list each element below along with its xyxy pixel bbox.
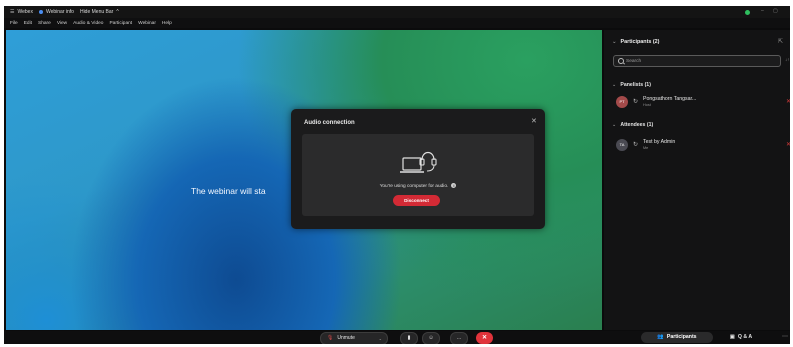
hide-menu-bar-button[interactable]: Hide Menu Bar ^ (80, 9, 119, 15)
menu-edit[interactable]: Edit (24, 21, 32, 26)
sync-icon: ↻ (633, 99, 639, 105)
menu-share[interactable]: Share (38, 21, 51, 26)
chevron-up-icon: ^ (116, 9, 119, 15)
chevron-down-icon: ⌄ (612, 82, 617, 88)
maximize-icon[interactable]: ▢ (773, 8, 778, 14)
audio-connection-dialog: Audio connection ✕ You're using computer… (291, 109, 545, 229)
participants-panel: ⌄ Participants (2) ⇱ Search ↓↑ ⌄ Panelists… (604, 30, 790, 330)
menu-bar: File Edit Share View Audio & Video Parti… (4, 18, 790, 28)
menu-webinar[interactable]: Webinar (138, 21, 156, 26)
participant-role: Me (643, 146, 649, 150)
chevron-down-icon[interactable]: ⌄ (379, 333, 382, 344)
dialog-title: Audio connection (304, 120, 355, 126)
audio-status-text: You're using computer for audio. i (379, 183, 457, 189)
chevron-down-icon: ⌄ (612, 122, 617, 128)
participant-name: Pongsathorn Tangsar... (643, 96, 697, 102)
participants-header[interactable]: ⌄ Participants (2) (612, 39, 659, 45)
webinar-start-message: The webinar will sta (191, 186, 266, 196)
mic-off-icon: 🎙 (327, 335, 334, 341)
attendees-section-header[interactable]: ⌄ Attendees (1) (612, 122, 653, 128)
grid-icon: ☰ (10, 9, 15, 15)
search-placeholder: Search (626, 59, 642, 64)
participant-row-panelist[interactable]: PT ↻ Pongsathorn Tangsar... Host ✕ (616, 95, 790, 113)
menu-participant[interactable]: Participant (109, 21, 132, 26)
panelists-section-header[interactable]: ⌄ Panelists (1) (612, 82, 651, 88)
participant-name: Test by Admin (643, 139, 676, 145)
hide-menu-bar-label: Hide Menu Bar (79, 9, 114, 15)
mic-muted-icon: ✕ (786, 99, 790, 105)
connection-status-icon (745, 10, 750, 15)
qa-icon: ▣ (730, 334, 735, 340)
menu-view[interactable]: View (57, 21, 67, 26)
reactions-button[interactable]: ☺ (422, 332, 440, 344)
mic-muted-icon: ✕ (786, 142, 790, 148)
participants-button[interactable]: 👥 Participants (641, 332, 713, 343)
close-icon: ✕ (481, 335, 488, 341)
camera-icon: ▮ (407, 335, 411, 341)
close-icon[interactable]: ✕ (531, 117, 537, 125)
search-input[interactable]: Search (613, 55, 781, 67)
people-icon: 👥 (657, 334, 664, 340)
qa-button[interactable]: ▣ Q & A (730, 332, 752, 343)
participant-row-attendee[interactable]: TA ↻ Test by Admin Me ✕ (616, 138, 790, 156)
menu-help[interactable]: Help (162, 21, 172, 26)
webinar-info-label: Webinar info (45, 9, 74, 15)
more-icon: … (456, 335, 462, 341)
search-icon (618, 58, 624, 64)
unmute-button[interactable]: 🎙 Unmute ⌄ (320, 332, 388, 344)
webex-window: ☰ Webex Webinar info Hide Menu Bar ^ – ▢… (4, 6, 790, 344)
emoji-icon: ☺ (428, 335, 434, 341)
meeting-controls-bar: 🎙 Unmute ⌄ ▮ ☺ … ✕ 👥 Participants ▣ Q & A ⋯ (4, 331, 790, 344)
popout-icon[interactable]: ⇱ (778, 38, 783, 45)
camera-button[interactable]: ▮ (400, 332, 418, 344)
more-options-button[interactable]: … (450, 332, 468, 344)
avatar: PT (616, 96, 628, 108)
app-menu[interactable]: ☰ Webex (10, 9, 33, 15)
title-bar: ☰ Webex Webinar info Hide Menu Bar ^ – ▢ (4, 6, 790, 18)
audio-status-card: You're using computer for audio. i Discon… (302, 134, 534, 216)
menu-audio-video[interactable]: Audio & Video (73, 21, 103, 26)
webinar-info-button[interactable]: Webinar info (38, 9, 74, 15)
sync-icon: ↻ (633, 142, 639, 148)
info-dot-icon (38, 10, 43, 14)
disconnect-button[interactable]: Disconnect (393, 195, 440, 206)
avatar: TA (616, 139, 628, 151)
menu-file[interactable]: File (10, 21, 18, 26)
leave-button[interactable]: ✕ (476, 332, 493, 344)
sort-icon[interactable]: ↓↑ (785, 57, 790, 62)
overflow-icon[interactable]: ⋯ (782, 332, 788, 343)
app-name: Webex (17, 9, 33, 15)
laptop-headset-icon (400, 151, 437, 173)
minimize-icon[interactable]: – (761, 8, 764, 14)
participant-role: Host (643, 103, 651, 107)
chevron-down-icon: ⌄ (612, 39, 617, 45)
info-icon[interactable]: i (451, 183, 457, 188)
